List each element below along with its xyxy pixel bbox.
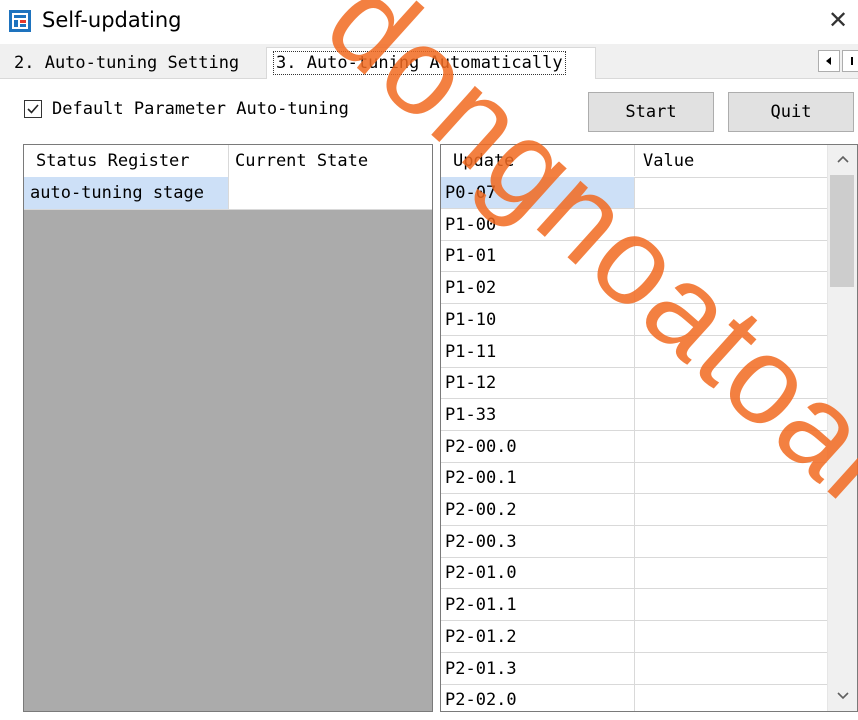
update-cell: P1-33 bbox=[441, 398, 635, 430]
value-cell bbox=[635, 399, 827, 430]
quit-button[interactable]: Quit bbox=[728, 92, 854, 132]
table-row[interactable]: auto-tuning stage bbox=[24, 177, 432, 210]
scroll-up-icon[interactable] bbox=[828, 145, 857, 175]
value-cell bbox=[635, 557, 827, 588]
table-row[interactable]: P2-00.2 bbox=[441, 494, 827, 526]
default-autotune-label: Default Parameter Auto-tuning bbox=[52, 99, 349, 119]
update-cell: P2-01.2 bbox=[441, 620, 635, 652]
table-row[interactable]: P2-01.2 bbox=[441, 620, 827, 653]
update-cell: P2-00.2 bbox=[441, 494, 635, 525]
value-cell bbox=[635, 684, 827, 711]
value-cell bbox=[635, 462, 827, 493]
value-cell bbox=[635, 431, 827, 462]
table-row[interactable]: P1-02 bbox=[441, 272, 827, 305]
value-cell bbox=[635, 526, 827, 557]
tab-strip: 2. Auto-tuning Setting 3. Auto-tuning Au… bbox=[0, 44, 858, 79]
value-cell bbox=[635, 304, 827, 335]
update-cell: P2-00.3 bbox=[441, 525, 635, 557]
value-cell bbox=[635, 367, 827, 398]
table-row[interactable]: P2-00.1 bbox=[441, 462, 827, 495]
value-cell bbox=[635, 240, 827, 271]
value-cell bbox=[635, 209, 827, 240]
update-cell: P1-11 bbox=[441, 335, 635, 367]
start-button[interactable]: Start bbox=[588, 92, 714, 132]
table-row[interactable]: P1-11 bbox=[441, 335, 827, 368]
status-table-header: Status Register Current State bbox=[24, 145, 432, 178]
scrollbar-thumb[interactable] bbox=[830, 175, 854, 287]
update-cell: P1-00 bbox=[441, 208, 635, 240]
column-header-current-state[interactable]: Current State bbox=[229, 145, 432, 177]
table-row[interactable]: P1-33 bbox=[441, 398, 827, 431]
table-row[interactable]: P2-00.0 bbox=[441, 430, 827, 463]
value-cell bbox=[635, 177, 827, 208]
value-cell bbox=[635, 494, 827, 525]
value-cell bbox=[635, 621, 827, 652]
update-cell: P2-00.0 bbox=[441, 430, 635, 462]
value-cell bbox=[635, 653, 827, 684]
update-cell: P1-10 bbox=[441, 303, 635, 335]
window-title: Self-updating bbox=[42, 8, 182, 32]
tab-scroll-right-icon[interactable] bbox=[842, 50, 858, 72]
update-cell: P1-02 bbox=[441, 272, 635, 304]
update-table-header: Update Value bbox=[441, 145, 827, 178]
update-cell: P0-07 bbox=[441, 177, 635, 208]
tab-auto-tuning-automatically[interactable]: 3. Auto-tuning Automatically bbox=[266, 47, 596, 79]
update-cell: P2-02.0 bbox=[441, 684, 635, 711]
checkmark-icon bbox=[27, 104, 39, 114]
table-row[interactable]: P1-01 bbox=[441, 240, 827, 273]
current-state-cell bbox=[229, 177, 432, 209]
column-header-value[interactable]: Value bbox=[635, 145, 827, 176]
title-bar: Self-updating ✕ bbox=[0, 0, 858, 44]
status-table: Status Register Current State auto-tunin… bbox=[23, 144, 433, 712]
tab-scroll-left-icon[interactable] bbox=[818, 50, 840, 72]
update-cell: P2-01.1 bbox=[441, 589, 635, 621]
update-table: Update Value P0-07 P1-00 P1-01 P1-02 P1-10 P1… bbox=[440, 144, 858, 712]
column-header-status-register[interactable]: Status Register bbox=[24, 145, 229, 177]
table-row[interactable]: P1-10 bbox=[441, 303, 827, 336]
table-row[interactable]: P1-12 bbox=[441, 367, 827, 400]
vertical-scrollbar[interactable] bbox=[827, 145, 857, 711]
tab-auto-tuning-setting[interactable]: 2. Auto-tuning Setting bbox=[8, 49, 266, 77]
update-cell: P1-12 bbox=[441, 367, 635, 399]
table-row[interactable]: P2-01.3 bbox=[441, 652, 827, 685]
update-cell: P2-00.1 bbox=[441, 462, 635, 494]
table-row[interactable]: P2-00.3 bbox=[441, 525, 827, 558]
table-row[interactable]: P2-02.0 bbox=[441, 684, 827, 711]
update-cell: P2-01.0 bbox=[441, 557, 635, 589]
scroll-down-icon[interactable] bbox=[828, 681, 857, 711]
table-row[interactable]: P1-00 bbox=[441, 208, 827, 241]
table-row[interactable]: P0-07 bbox=[441, 177, 827, 209]
update-cell: P1-01 bbox=[441, 240, 635, 272]
column-header-update[interactable]: Update bbox=[441, 145, 635, 176]
close-icon[interactable]: ✕ bbox=[824, 6, 852, 34]
tab-label: 3. Auto-tuning Automatically bbox=[273, 51, 566, 75]
app-icon bbox=[9, 10, 31, 32]
value-cell bbox=[635, 589, 827, 620]
table-row[interactable]: P2-01.1 bbox=[441, 589, 827, 622]
value-cell bbox=[635, 336, 827, 367]
update-cell: P2-01.3 bbox=[441, 652, 635, 684]
default-autotune-checkbox[interactable] bbox=[24, 100, 42, 118]
value-cell bbox=[635, 272, 827, 303]
status-register-cell: auto-tuning stage bbox=[24, 177, 229, 209]
table-row[interactable]: P2-01.0 bbox=[441, 557, 827, 590]
